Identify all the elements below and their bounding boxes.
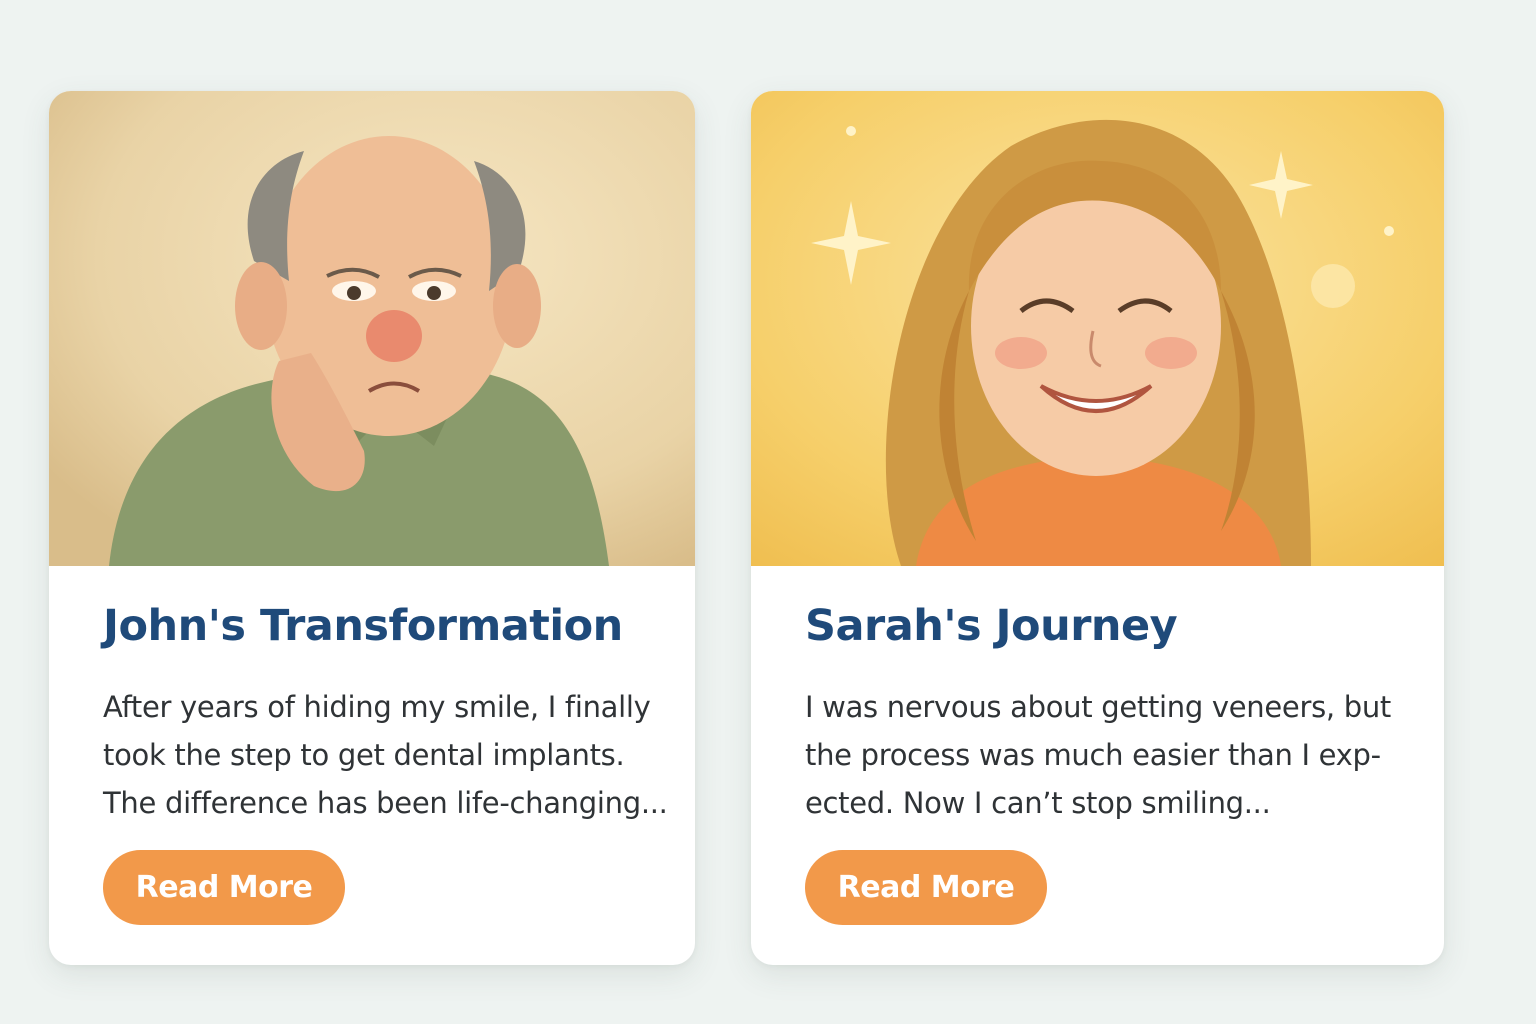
read-more-button[interactable]: Read More: [805, 850, 1047, 925]
john-portrait-illustration: [49, 91, 695, 566]
sarah-portrait-illustration: [751, 91, 1444, 566]
card-excerpt: After years of hiding my smile, I finall…: [103, 683, 683, 827]
testimonials-section: John's Transformation After years of hid…: [0, 0, 1536, 1024]
testimonial-card-john: John's Transformation After years of hid…: [49, 91, 695, 965]
excerpt-line: took the step to get dental implants.: [103, 738, 625, 772]
card-title: John's Transformation: [103, 601, 623, 651]
excerpt-line: ected. Now I can’t stop smiling...: [805, 786, 1271, 820]
card-excerpt: I was nervous about getting veneers, but…: [805, 683, 1391, 827]
testimonial-card-sarah: Sarah's Journey I was nervous about gett…: [751, 91, 1444, 965]
read-more-button[interactable]: Read More: [103, 850, 345, 925]
excerpt-line: I was nervous about getting veneers, but: [805, 690, 1391, 724]
excerpt-line: The difference has been life-changing...: [103, 786, 668, 820]
excerpt-line: After years of hiding my smile, I finall…: [103, 690, 651, 724]
excerpt-line: the process was much easier than I exp-: [805, 738, 1381, 772]
card-title: Sarah's Journey: [805, 601, 1178, 651]
